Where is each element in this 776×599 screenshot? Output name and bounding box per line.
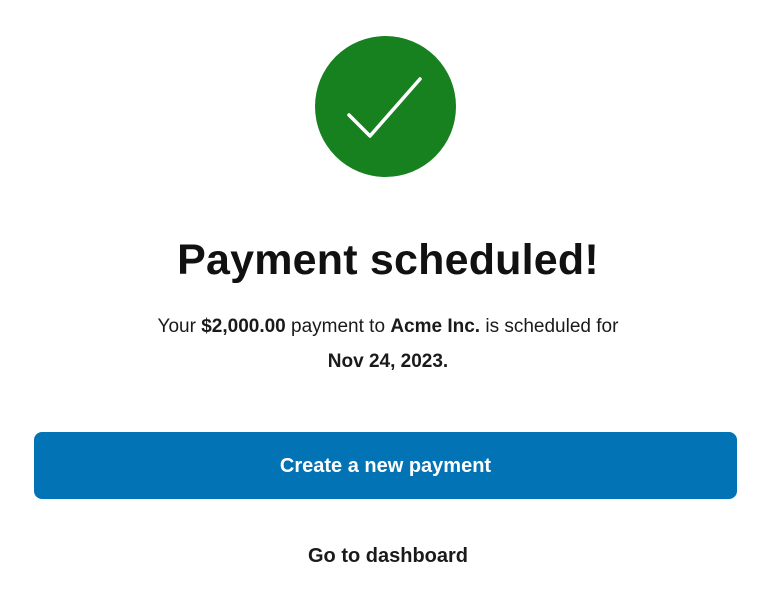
page-title: Payment scheduled! [177,236,599,284]
message-suffix: is scheduled for [480,316,619,337]
payment-amount: $2,000.00 [201,316,286,337]
create-new-payment-button[interactable]: Create a new payment [34,432,737,499]
payee-name: Acme Inc. [390,316,481,337]
check-icon [347,77,422,138]
message-prefix: Your [157,316,202,337]
success-badge [315,36,456,177]
message-middle: payment to [285,316,391,337]
go-to-dashboard-link[interactable]: Go to dashboard [0,538,776,574]
scheduled-date: Nov 24, 2023. [327,351,449,372]
confirmation-message: Your $2,000.00 payment to Acme Inc. is s… [88,309,688,379]
